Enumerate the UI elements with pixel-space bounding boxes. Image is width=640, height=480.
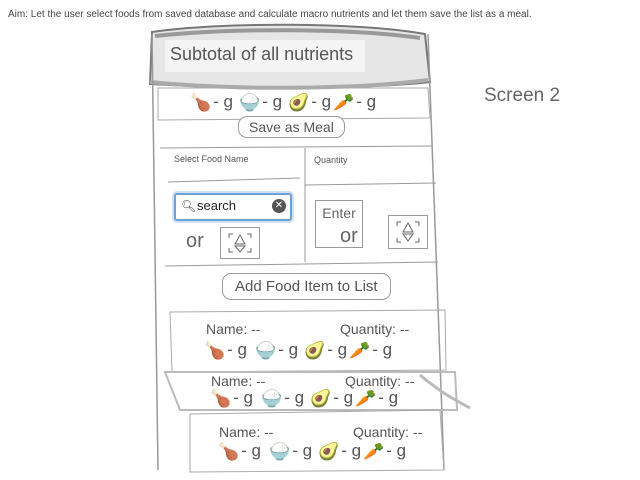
protein-icon: 🍗: [190, 92, 212, 112]
save-meal-button[interactable]: Save as Meal: [238, 116, 345, 138]
item-3-name: Name: --: [219, 424, 274, 440]
item-3-macros[interactable]: 🍗 - g 🍚 - g 🥑 - g 🥕 - g: [216, 441, 406, 461]
select-food-label: Select Food Name: [174, 154, 249, 164]
subtotal-protein: - g: [213, 92, 234, 111]
item-1-macros[interactable]: 🍗 - g 🍚 - g 🥑 - g 🥕 - g: [202, 340, 392, 360]
item-1-fiber: - g: [372, 340, 393, 359]
item-3-fiber: - g: [386, 441, 407, 460]
item-3-carb: - g: [292, 441, 313, 460]
scan-glyph: [228, 233, 252, 253]
item-2-carb: - g: [284, 388, 305, 407]
search-input[interactable]: [197, 198, 267, 213]
subtotal-carb: - g: [262, 92, 283, 111]
or-label: or: [186, 230, 204, 252]
search-icon: 🔍︎: [181, 199, 197, 213]
protein-icon: 🍗: [210, 388, 232, 408]
fiber-icon: 🥕: [363, 441, 385, 461]
item-2-fiber: - g: [378, 388, 399, 407]
item-1-carb: - g: [278, 340, 299, 359]
item-2-quantity: Quantity: --: [345, 373, 415, 389]
protein-icon: 🍗: [218, 441, 240, 461]
subtotal-fiber: - g: [356, 92, 377, 111]
fiber-icon: 🥕: [355, 388, 377, 408]
fiber-icon: 🥕: [349, 340, 371, 360]
quantity-label: Quantity: [314, 155, 348, 165]
item-1-protein: - g: [227, 340, 248, 359]
subtotal-fat: - g: [311, 92, 332, 111]
scan-glyph-right: [396, 221, 420, 243]
fat-icon: 🥑: [318, 441, 340, 461]
item-2-protein: - g: [233, 388, 254, 407]
aim-note: Aim: Let the user select foods from save…: [8, 9, 532, 20]
fat-icon: 🥑: [288, 92, 310, 112]
item-2-fat: - g: [333, 388, 354, 407]
item-3-quantity: Quantity: --: [353, 424, 423, 440]
carb-icon: 🍚: [255, 340, 277, 360]
carb-icon: 🍚: [239, 92, 261, 112]
item-3-fat: - g: [341, 441, 362, 460]
item-1-name: Name: --: [206, 321, 261, 337]
item-2-macros[interactable]: 🍗 - g 🍚 - g 🥑 - g 🥕 - g: [208, 388, 398, 408]
add-food-item-button[interactable]: Add Food Item to List: [222, 273, 391, 300]
screen-label: Screen 2: [484, 85, 561, 106]
item-3-protein: - g: [241, 441, 262, 460]
subtotal-title: Subtotal of all nutrients: [170, 44, 354, 64]
fiber-icon: 🥕: [333, 92, 355, 112]
carb-icon: 🍚: [269, 441, 291, 461]
enter-label: Enter: [322, 205, 356, 221]
carb-icon: 🍚: [261, 388, 283, 408]
quantity-scan-icon[interactable]: [388, 215, 428, 249]
clear-icon[interactable]: ✕: [272, 199, 286, 213]
subtotal-macros: 🍗 - g 🍚 - g 🥑 - g 🥕 - g: [188, 92, 376, 112]
food-search-field[interactable]: 🔍︎ ✕: [174, 193, 292, 221]
barcode-scan-icon[interactable]: [220, 227, 260, 259]
item-1-quantity: Quantity: --: [340, 321, 410, 337]
fat-icon: 🥑: [310, 388, 332, 408]
item-2-name: Name: --: [211, 373, 266, 389]
or-label-right: or: [340, 225, 358, 247]
protein-icon: 🍗: [204, 340, 226, 360]
item-1-fat: - g: [327, 340, 348, 359]
fat-icon: 🥑: [304, 340, 326, 360]
